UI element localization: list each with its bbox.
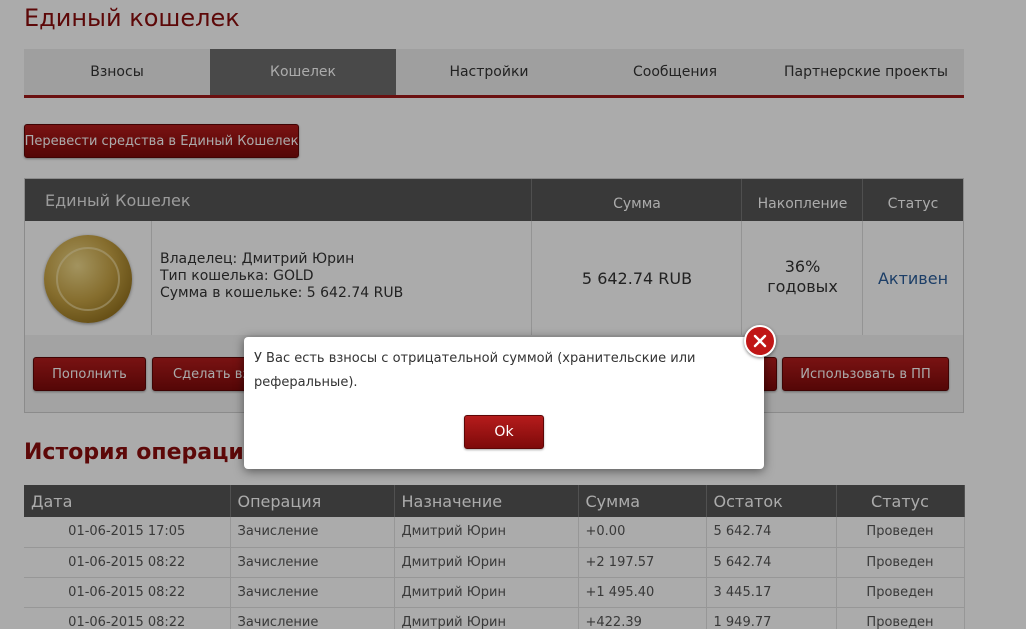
dialog-message: У Вас есть взносы с отрицательной суммой… [254,351,696,390]
alert-dialog: У Вас есть взносы с отрицательной суммой… [244,325,776,469]
modal-overlay[interactable] [0,0,1026,629]
close-icon[interactable] [744,325,776,357]
ok-button[interactable]: Ok [464,415,544,449]
